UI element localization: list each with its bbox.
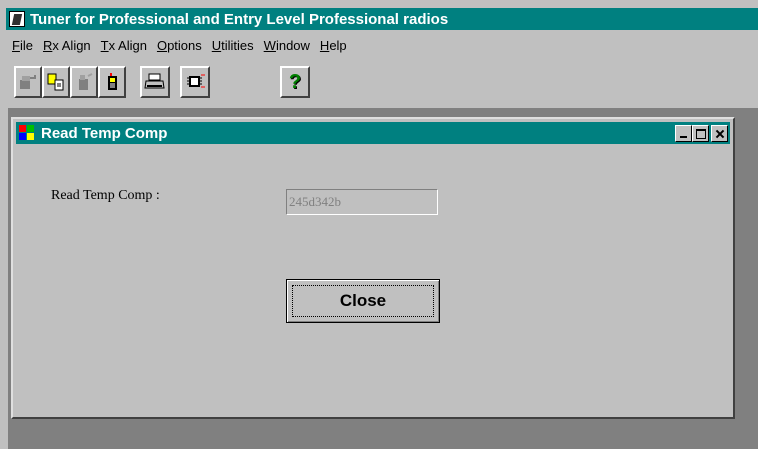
menu-help[interactable]: Help: [316, 36, 351, 56]
menu-file[interactable]: File: [6, 36, 37, 56]
close-icon[interactable]: [711, 124, 728, 142]
child-window-title: Read Temp Comp: [41, 124, 168, 142]
read-temp-comp-window: Read Temp Comp: [11, 117, 735, 419]
close-button[interactable]: Close: [286, 279, 440, 323]
window-controls: [675, 124, 728, 142]
app-icon[interactable]: [9, 11, 25, 27]
app-title: Tuner for Professional and Entry Level P…: [30, 10, 449, 28]
printer-icon: [144, 73, 165, 89]
radio-icon: [108, 73, 117, 90]
menu-tx-align[interactable]: Tx Align: [97, 36, 151, 56]
copy-icon: [47, 73, 64, 91]
app-title-bar[interactable]: Tuner for Professional and Entry Level P…: [6, 8, 758, 30]
child-title-bar[interactable]: Read Temp Comp: [16, 122, 730, 144]
menu-window[interactable]: Window: [260, 36, 314, 56]
menu-options[interactable]: Options: [153, 36, 206, 56]
menu-rx-align[interactable]: Rx Align: [39, 36, 95, 56]
read-temp-comp-field[interactable]: 245d342b: [286, 189, 438, 215]
read-radio-icon: [20, 75, 36, 89]
application-window: Tuner for Professional and Entry Level P…: [0, 0, 758, 449]
child-window-icon: [19, 125, 37, 141]
maximize-icon[interactable]: [692, 124, 709, 142]
toolbar-settings-button[interactable]: [180, 66, 210, 98]
help-icon: ?: [288, 70, 302, 93]
program-radio-icon: [79, 73, 93, 90]
read-temp-comp-label: Read Temp Comp :: [51, 188, 160, 203]
toolbar-copy-button[interactable]: [42, 66, 70, 98]
toolbar-read-radio-button[interactable]: [14, 66, 42, 98]
chip-settings-icon: [187, 74, 205, 88]
toolbar-print-button[interactable]: [140, 66, 170, 98]
menu-bar: File Rx Align Tx Align Options Utilities…: [6, 36, 353, 56]
menu-utilities[interactable]: Utilities: [208, 36, 258, 56]
toolbar-program-button[interactable]: [70, 66, 98, 98]
minimize-icon[interactable]: [675, 124, 692, 142]
toolbar-help-button[interactable]: ?: [280, 66, 310, 98]
focus-rect: [292, 285, 434, 317]
toolbar-radio-button[interactable]: [98, 66, 126, 98]
